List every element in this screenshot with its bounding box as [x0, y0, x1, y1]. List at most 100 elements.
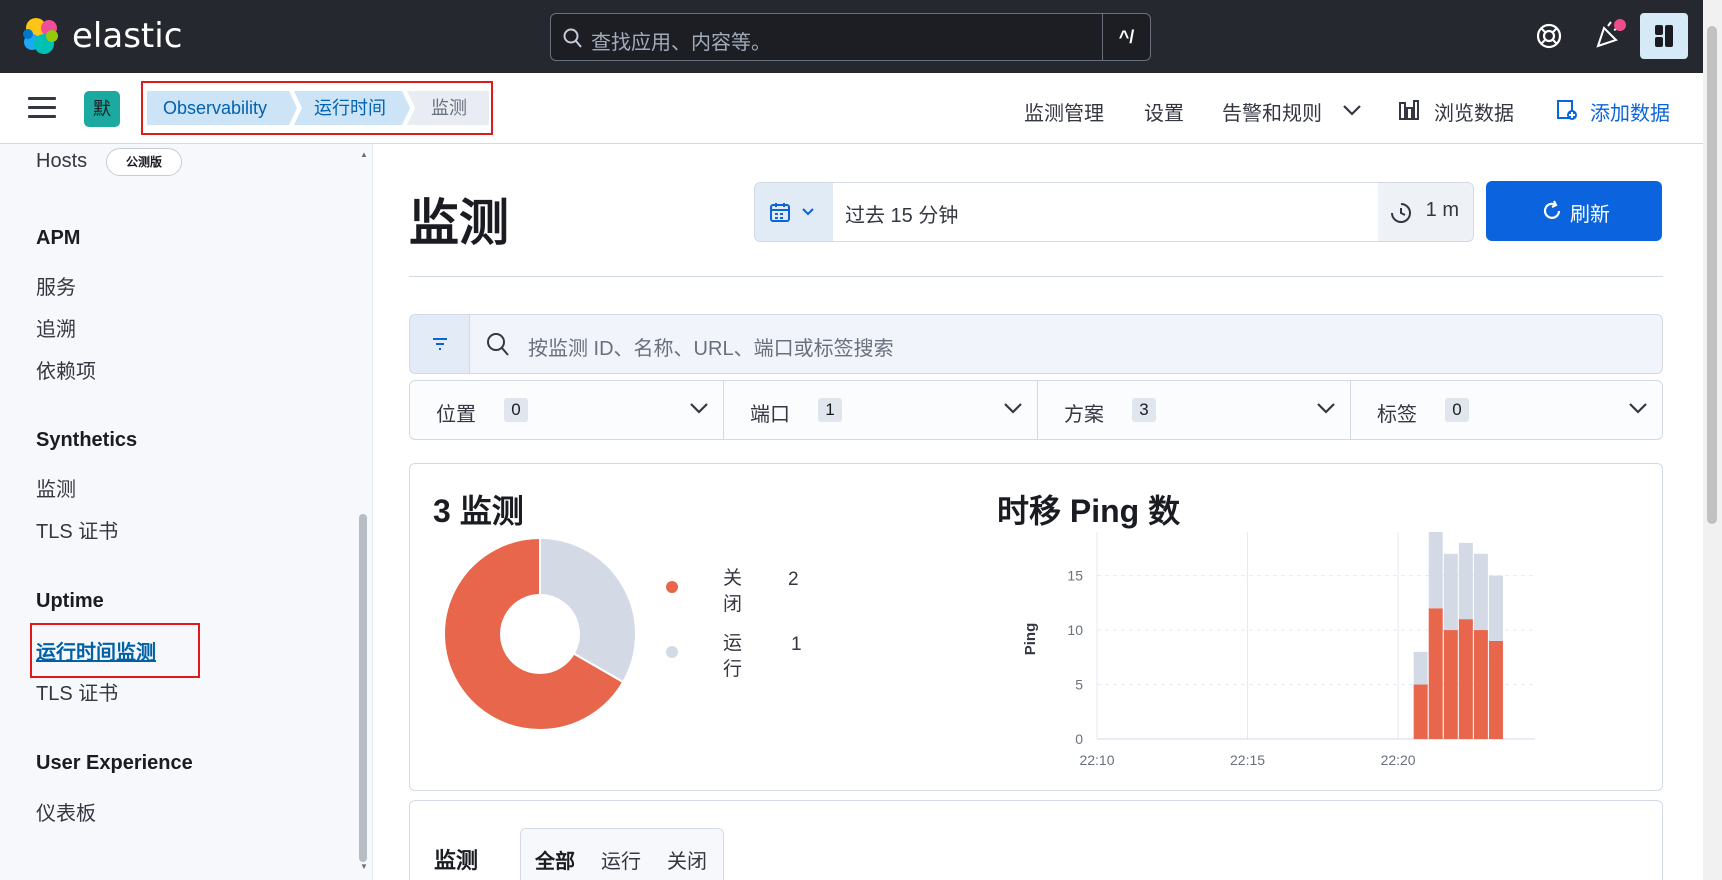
filter-icon: [433, 338, 447, 350]
news-feed-icon[interactable]: [1594, 18, 1626, 50]
elastic-logo-icon[interactable]: [22, 16, 60, 56]
page-scrollbar[interactable]: [1707, 26, 1717, 524]
bar-up: [1413, 651, 1428, 685]
y-tick-label: 10: [1067, 622, 1083, 638]
monitor-search-placeholder: 按监测 ID、名称、URL、端口或标签搜索: [528, 338, 894, 360]
refresh-icon: [1543, 200, 1561, 219]
search-shortcut-badge: ^/: [1102, 14, 1150, 60]
bar-up: [1458, 542, 1473, 620]
deployment-button[interactable]: [1640, 13, 1688, 59]
legend-value-up: 1: [791, 634, 802, 655]
filter-tags[interactable]: 标签 0: [1351, 381, 1662, 439]
divider: [409, 276, 1663, 277]
explore-data-link[interactable]: 浏览数据: [1434, 97, 1514, 126]
sidebar-item-synthetics-tls[interactable]: TLS 证书: [36, 515, 118, 544]
scroll-up-arrow-icon[interactable]: ▲: [360, 150, 368, 159]
page-title: 监测: [409, 195, 509, 251]
filter-options-button[interactable]: [410, 315, 470, 373]
tab-up[interactable]: 运行: [601, 845, 641, 874]
quick-menu-button[interactable]: [755, 183, 833, 241]
ping-histogram-chart: 0 5 10 15 Ping 22:10 22:15 22:20: [1022, 532, 1535, 768]
chevron-down-icon: [1317, 403, 1335, 414]
y-axis-label: Ping: [1022, 623, 1039, 656]
monitor-list-title: 监测: [434, 848, 479, 873]
tab-all[interactable]: 全部: [535, 845, 575, 874]
sidebar-section-apm: APM: [36, 227, 81, 249]
bar-down: [1443, 630, 1458, 739]
filter-label: 标签: [1377, 404, 1417, 426]
bar-down: [1413, 684, 1428, 739]
refresh-button[interactable]: 刷新: [1486, 181, 1662, 241]
donut-slice-1: [539, 536, 637, 684]
bar-down: [1428, 608, 1443, 739]
breadcrumb-monitors: 监测: [407, 91, 489, 125]
calendar-icon: [770, 203, 790, 222]
search-icon: [487, 333, 509, 356]
date-range-field[interactable]: 过去 15 分钟: [833, 183, 1378, 241]
breadcrumb-uptime[interactable]: 运行时间: [294, 91, 410, 125]
tab-down[interactable]: 关闭: [667, 845, 707, 874]
status-filter-tabs: 全部 运行 关闭: [520, 828, 724, 880]
auto-refresh-icon[interactable]: [1389, 201, 1413, 225]
bar-up: [1473, 553, 1488, 631]
bar-up: [1443, 553, 1458, 631]
filter-count-badge: 0: [504, 398, 528, 422]
chevron-down-icon: [1629, 403, 1647, 414]
global-search-input[interactable]: 查找应用、内容等。 ^/: [550, 13, 1151, 61]
sidebar-item-dependencies[interactable]: 依赖项: [36, 355, 96, 384]
sidebar-item-synthetics-monitors[interactable]: 监测: [36, 473, 76, 502]
status-donut-chart: [443, 536, 637, 731]
help-icon[interactable]: [1535, 22, 1563, 50]
bar-down: [1488, 640, 1503, 739]
legend-value-down: 2: [788, 569, 799, 590]
breadcrumb-observability[interactable]: Observability: [147, 91, 297, 125]
scroll-down-arrow-icon[interactable]: ▼: [360, 862, 368, 871]
sidebar: Hosts 公测版 APM 服务 追溯 依赖项 Synthetics 监测 TL…: [0, 144, 373, 880]
filter-count-badge: 3: [1132, 398, 1156, 422]
monitor-search-input[interactable]: 按监测 ID、名称、URL、端口或标签搜索: [409, 314, 1663, 374]
filter-port[interactable]: 端口 1: [724, 381, 1038, 439]
refresh-button-label: 刷新: [1570, 204, 1610, 226]
filter-label: 位置: [436, 404, 476, 426]
legend-label-down: 关闭: [723, 568, 743, 615]
sidebar-item-uptime-tls[interactable]: TLS 证书: [36, 677, 118, 706]
bar-up: [1428, 532, 1443, 609]
legend-dot-up: [666, 646, 678, 658]
chevron-down-icon: [802, 208, 814, 216]
date-picker: 过去 15 分钟 1 m: [754, 182, 1474, 242]
alerts-and-rules-menu[interactable]: 告警和规则: [1222, 97, 1322, 126]
app-header: 默 Observability 运行时间 监测 监测管理 设置 告警和规则 浏览…: [0, 73, 1703, 144]
add-data-icon: [1557, 100, 1577, 120]
legend-dot-down: [666, 581, 678, 593]
space-avatar[interactable]: 默: [84, 91, 120, 127]
sidebar-item-services[interactable]: 服务: [36, 271, 76, 300]
settings-link[interactable]: 设置: [1144, 97, 1184, 126]
sidebar-item-uptime-monitors[interactable]: 运行时间监测: [36, 636, 156, 665]
date-range-text: 过去 15 分钟: [845, 199, 959, 228]
filter-label: 方案: [1064, 404, 1104, 426]
sidebar-scrollbar[interactable]: [359, 514, 367, 862]
beta-badge: 公测版: [106, 148, 182, 176]
sidebar-item-traces[interactable]: 追溯: [36, 313, 76, 342]
chevron-down-icon[interactable]: [1342, 103, 1362, 117]
add-data-link[interactable]: 添加数据: [1590, 97, 1670, 126]
brand-name: elastic: [72, 16, 183, 56]
y-tick-label: 15: [1067, 568, 1083, 584]
filter-location[interactable]: 位置 0: [410, 381, 724, 439]
top-bar: elastic 查找应用、内容等。 ^/: [0, 0, 1703, 73]
monitor-list-panel: 监测 全部 运行 关闭: [409, 800, 1663, 880]
menu-icon[interactable]: [28, 97, 56, 119]
sidebar-section-synthetics: Synthetics: [36, 429, 138, 451]
bar-down: [1473, 630, 1488, 739]
refresh-interval[interactable]: 1 m: [1426, 199, 1459, 222]
sidebar-item-dashboard[interactable]: 仪表板: [36, 797, 96, 826]
sidebar-section-uptime: Uptime: [36, 590, 104, 612]
bar-up: [1488, 575, 1503, 641]
manage-monitors-link[interactable]: 监测管理: [1024, 97, 1104, 126]
global-search-placeholder: 查找应用、内容等。: [591, 32, 771, 54]
sidebar-item-hosts[interactable]: Hosts: [36, 150, 87, 173]
filter-scheme[interactable]: 方案 3: [1038, 381, 1351, 439]
bar-down: [1458, 619, 1473, 739]
x-tick-label: 22:10: [1079, 752, 1114, 768]
filter-group: 位置 0 端口 1 方案 3 标签 0: [409, 380, 1663, 440]
